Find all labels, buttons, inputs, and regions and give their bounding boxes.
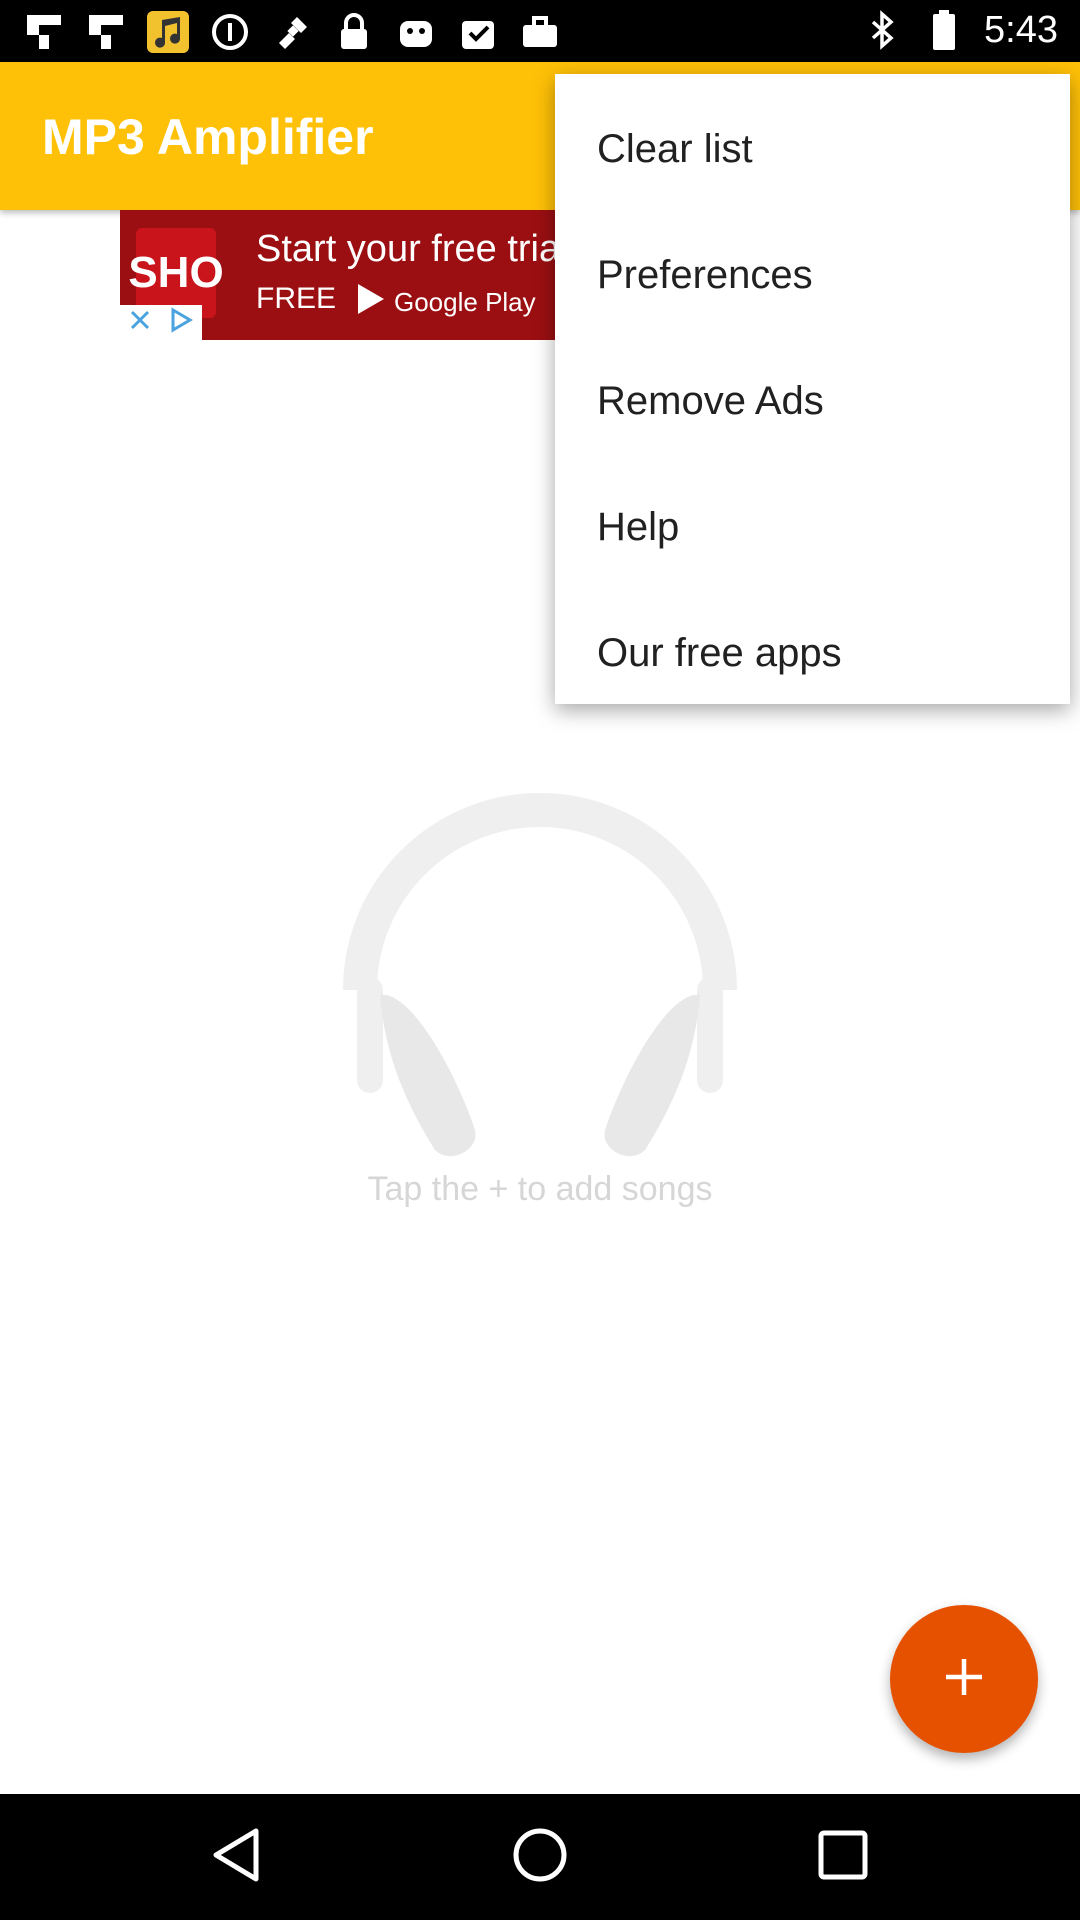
- overflow-menu: Clear list Preferences Remove Ads Help O…: [555, 74, 1070, 704]
- back-icon: [208, 1825, 264, 1890]
- ad-subline: FREE: [256, 282, 337, 315]
- back-button[interactable]: [193, 1814, 279, 1900]
- app-title: MP3 Amplifier: [42, 109, 374, 165]
- notification-icons: [22, 10, 562, 54]
- navigation-bar: [0, 1794, 1080, 1920]
- headphones-icon: [340, 780, 740, 1180]
- menu-item-remove-ads[interactable]: Remove Ads: [555, 338, 1070, 464]
- plus-icon: [942, 1655, 986, 1704]
- briefcase-icon: [518, 10, 562, 54]
- ad-choices-badge[interactable]: [120, 305, 202, 340]
- lock-icon: [332, 10, 376, 54]
- menu-item-clear-list[interactable]: Clear list: [555, 86, 1070, 212]
- home-button[interactable]: [497, 1814, 583, 1900]
- info-icon: [208, 10, 252, 54]
- music-icon: [146, 10, 190, 54]
- clipboard-check-icon: [456, 10, 500, 54]
- battery-icon: [922, 8, 966, 52]
- play-store-icon: [356, 282, 386, 323]
- menu-item-our-free-apps[interactable]: Our free apps: [555, 590, 1070, 716]
- home-icon: [510, 1825, 570, 1890]
- ad-choices-icon[interactable]: [168, 307, 194, 338]
- google-play-badge: Google Play: [356, 280, 556, 324]
- ad-headline: Start your free trial: [256, 228, 560, 270]
- add-songs-button[interactable]: [890, 1605, 1038, 1753]
- gps-icon: [270, 10, 314, 54]
- flipboard-icon: [84, 10, 128, 54]
- recents-icon: [817, 1829, 869, 1886]
- flipboard-icon: [22, 10, 66, 54]
- empty-state-message: Tap the + to add songs: [367, 1170, 713, 1208]
- google-play-label: Google Play: [394, 286, 536, 317]
- menu-item-help[interactable]: Help: [555, 464, 1070, 590]
- recents-button[interactable]: [800, 1814, 886, 1900]
- system-indicators: 5:43: [860, 8, 1058, 52]
- clock: 5:43: [984, 8, 1058, 51]
- status-bar: 5:43: [0, 0, 1080, 62]
- android-icon: [394, 10, 438, 54]
- menu-item-preferences[interactable]: Preferences: [555, 212, 1070, 338]
- bluetooth-icon: [860, 8, 904, 52]
- close-icon[interactable]: [128, 308, 152, 337]
